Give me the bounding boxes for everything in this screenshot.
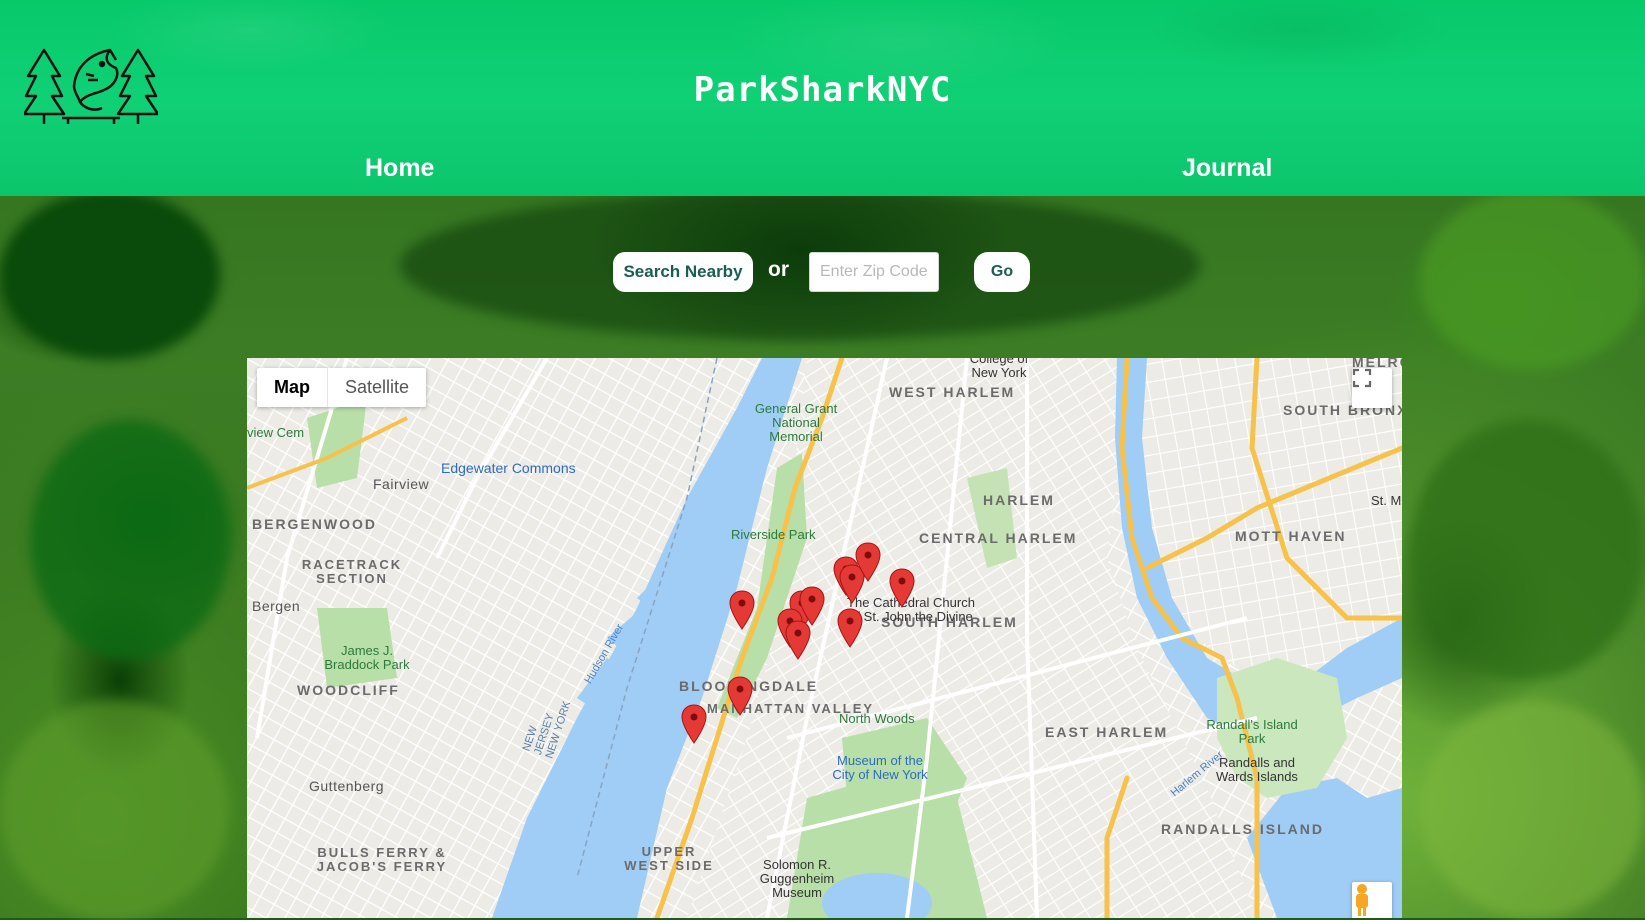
poi-label[interactable]: Edgewater Commons [441,460,576,476]
map-type-map-button[interactable]: Map [257,368,327,407]
fullscreen-icon [1352,368,1372,388]
nav-home-link[interactable]: Home [365,154,434,183]
poi-label[interactable]: James J. Braddock Park [317,644,417,672]
poi-label[interactable]: College of New York [959,358,1039,380]
area-label: UPPER WEST SIDE [624,844,714,873]
location-marker-icon[interactable] [729,590,755,630]
zip-code-input[interactable] [809,252,939,292]
street-view-pegman-button[interactable] [1352,882,1392,918]
area-label: WEST HARLEM [889,384,1016,400]
location-marker-icon[interactable] [785,620,811,660]
location-marker-icon[interactable] [727,676,753,716]
fullscreen-button[interactable] [1352,368,1392,408]
pegman-icon [1356,884,1368,916]
go-button[interactable]: Go [974,252,1030,292]
poi-label[interactable]: General Grant National Memorial [751,402,841,444]
location-marker-icon[interactable] [889,568,915,608]
location-marker-icon[interactable] [681,704,707,744]
area-label: RACETRACK SECTION [301,557,403,586]
place-label: St. M [1371,493,1402,508]
poi-label[interactable]: North Woods [839,712,915,726]
poi-label[interactable]: Randall's Island Park [1202,718,1302,746]
location-marker-icon[interactable] [799,586,825,626]
search-nearby-button[interactable]: Search Nearby [613,252,753,292]
poi-label[interactable]: view Cem [247,426,304,440]
location-marker-icon[interactable] [837,608,863,648]
map-type-control: Map Satellite [257,368,427,407]
poi-label[interactable]: Riverside Park [731,528,816,542]
area-label: RANDALLS ISLAND [1161,821,1324,837]
search-bar: Search Nearby or Go [0,252,1645,294]
area-label: MOTT HAVEN [1235,528,1347,544]
area-label: EAST HARLEM [1045,724,1169,740]
poi-label[interactable]: Museum of the City of New York [825,754,935,782]
poi-label[interactable]: Solomon R. Guggenheim Museum [737,858,857,900]
area-label: CENTRAL HARLEM [919,530,1078,546]
area-label: BERGENWOOD [252,516,377,532]
place-label: Fairview [373,476,430,492]
area-label: HARLEM [983,492,1055,508]
area-label: WOODCLIFF [297,682,400,698]
place-label: Bergen [252,598,301,614]
nav-journal-link[interactable]: Journal [1182,154,1272,183]
location-marker-icon[interactable] [855,542,881,582]
google-map[interactable]: Map Satellite MELROSE WEST HARLEM HARLEM… [247,358,1402,918]
place-label: Guttenberg [309,778,385,794]
area-label: BULLS FERRY & JACOB'S FERRY [316,845,448,874]
site-title: ParkSharkNYC [693,70,952,110]
site-header: ParkSharkNYC Home Journal [0,0,1645,196]
area-label: MANHATTAN VALLEY [707,701,875,716]
map-type-satellite-button[interactable]: Satellite [327,368,426,407]
or-label: or [768,258,789,281]
